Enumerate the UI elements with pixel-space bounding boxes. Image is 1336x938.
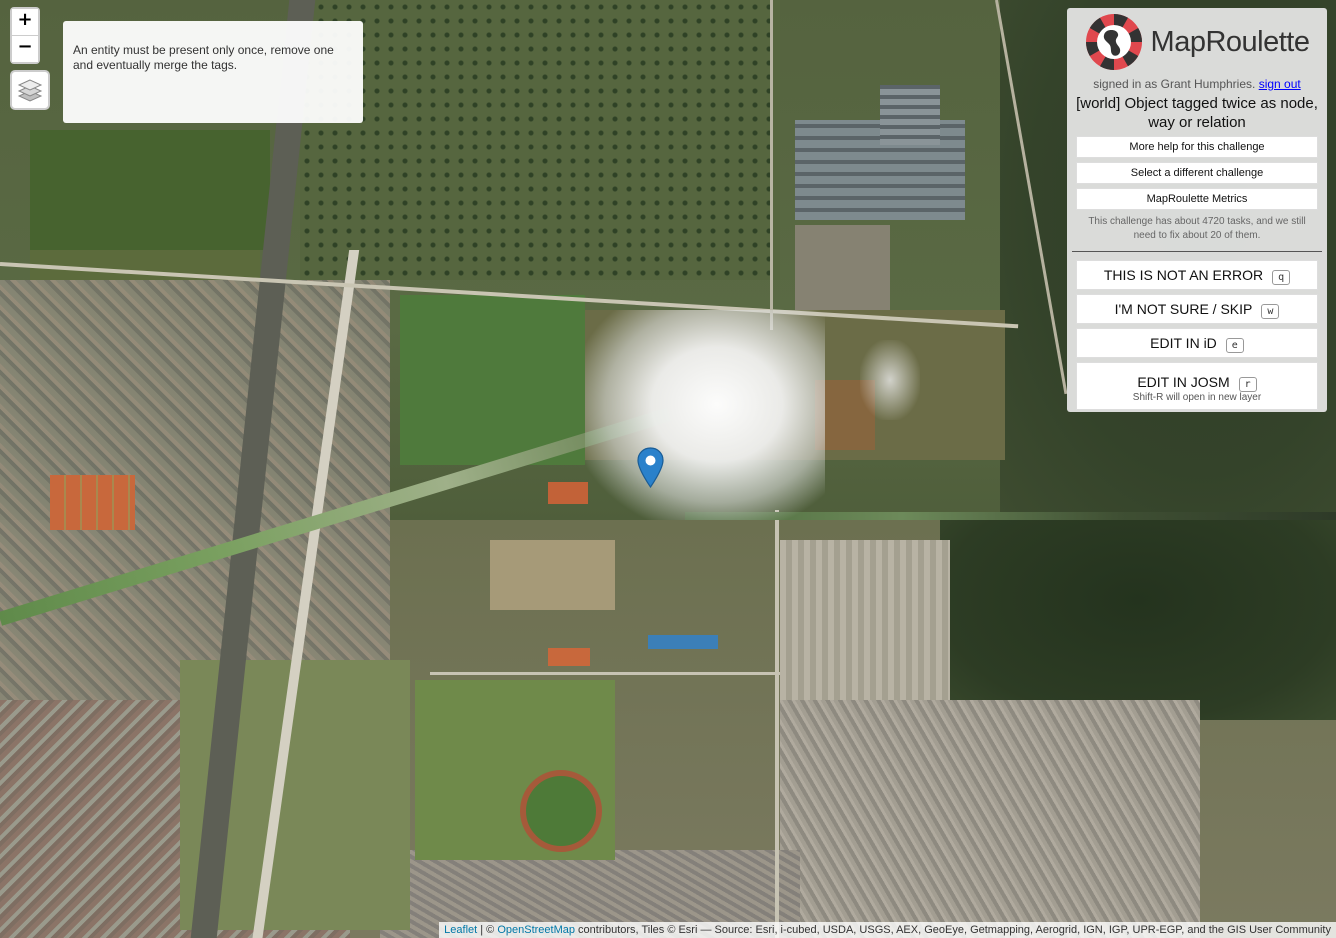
shortcut-key: q	[1272, 269, 1291, 285]
action-label: THIS IS NOT AN ERROR	[1103, 267, 1264, 283]
zoom-control: + −	[10, 7, 40, 64]
edit-in-id-button[interactable]: EDIT IN iD e	[1076, 328, 1318, 358]
openstreetmap-link[interactable]: OpenStreetMap	[497, 924, 575, 936]
layers-icon	[17, 79, 43, 102]
brand-name: MapRoulette	[1150, 25, 1310, 58]
josm-hint: Shift-R will open in new layer	[1132, 392, 1262, 403]
map-attribution: Leaflet | © OpenStreetMap contributors, …	[439, 922, 1336, 938]
signed-in-line: signed in as Grant Humphries. sign out	[1076, 77, 1318, 91]
road	[770, 0, 773, 330]
globe-roulette-logo	[1085, 14, 1142, 70]
field-area	[400, 295, 585, 465]
maproulette-panel: MapRoulette signed in as Grant Humphries…	[1067, 8, 1327, 412]
action-label: I'M NOT SURE / SKIP	[1114, 301, 1253, 317]
cloud	[585, 310, 825, 520]
shortcut-key: e	[1225, 337, 1244, 353]
task-instructions: An entity must be present only once, rem…	[63, 21, 363, 123]
map-marker-icon[interactable]	[637, 447, 664, 488]
brand: MapRoulette	[1076, 13, 1318, 71]
road	[775, 510, 779, 938]
cloud	[860, 340, 920, 420]
zoom-out-button[interactable]: −	[12, 35, 38, 62]
help-button[interactable]: More help for this challenge	[1076, 136, 1318, 158]
josm-row: EDIT IN JOSM r	[1137, 374, 1257, 392]
challenge-title: [world] Object tagged twice as node, way…	[1076, 95, 1318, 131]
running-track	[520, 770, 602, 852]
skip-button[interactable]: I'M NOT SURE / SKIP w	[1076, 294, 1318, 324]
greenhouse-area	[880, 85, 940, 145]
shortcut-key: w	[1261, 303, 1280, 319]
orchard-area	[300, 0, 780, 280]
road	[430, 672, 780, 675]
industrial-area	[780, 540, 950, 700]
sign-out-link[interactable]: sign out	[1259, 77, 1301, 91]
zoom-in-button[interactable]: +	[12, 9, 38, 35]
attribution-text: contributors, Tiles © Esri — Source: Esr…	[575, 924, 1331, 936]
divider	[1072, 251, 1322, 252]
attribution-separator: | ©	[477, 924, 498, 936]
tennis-courts	[548, 482, 588, 504]
pool	[648, 635, 718, 649]
field-area	[490, 540, 615, 610]
action-label: EDIT IN JOSM	[1137, 374, 1230, 390]
shortcut-key: r	[1238, 376, 1257, 392]
field-area	[30, 130, 270, 250]
instructions-text: An entity must be present only once, rem…	[73, 43, 334, 72]
leaflet-link[interactable]: Leaflet	[444, 924, 477, 936]
not-an-error-button[interactable]: THIS IS NOT AN ERROR q	[1076, 260, 1318, 290]
metrics-button[interactable]: MapRoulette Metrics	[1076, 188, 1318, 210]
edit-in-josm-button[interactable]: EDIT IN JOSM r Shift-R will open in new …	[1076, 362, 1318, 410]
urban-area	[780, 700, 1200, 938]
layers-button[interactable]	[10, 70, 50, 110]
signed-in-text: signed in as Grant Humphries.	[1093, 77, 1256, 91]
challenge-stats: This challenge has about 4720 tasks, and…	[1088, 216, 1306, 241]
forest-area	[940, 520, 1336, 720]
tennis-courts	[548, 648, 590, 666]
select-challenge-button[interactable]: Select a different challenge	[1076, 162, 1318, 184]
tennis-courts	[50, 475, 135, 530]
action-label: EDIT IN iD	[1150, 335, 1217, 351]
